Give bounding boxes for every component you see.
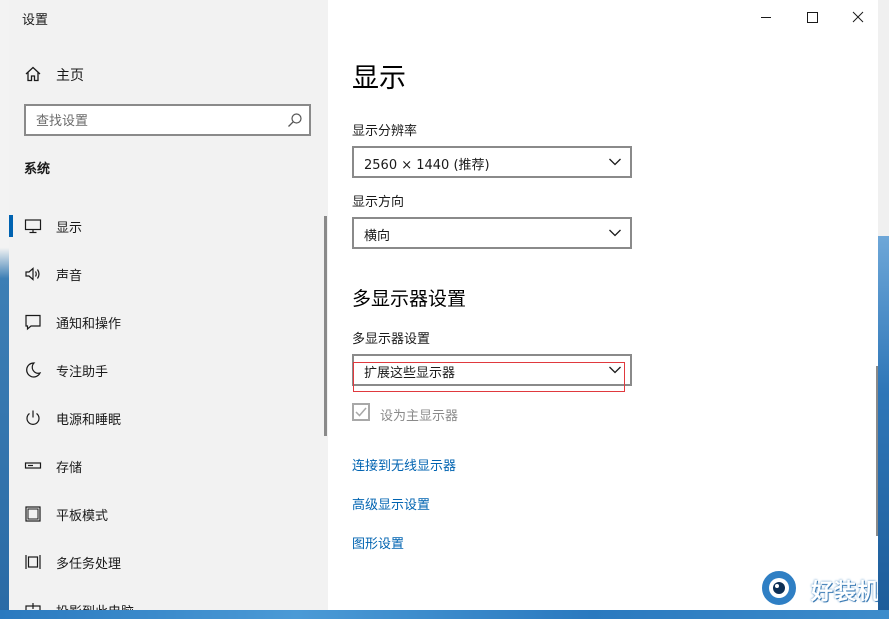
make-main-display-checkbox-row[interactable]: 设为主显示器 [352,403,552,425]
desktop-left-edge [0,0,9,619]
make-main-display-checkbox[interactable] [352,403,370,421]
search-icon[interactable] [287,112,303,128]
search-box[interactable] [24,104,311,136]
sidebar-item-label: 通知和操作 [56,317,122,332]
watermark-logo-icon [760,569,798,607]
sidebar-item-display[interactable]: 显示 [9,202,328,250]
chevron-down-icon [609,229,621,237]
sidebar-scrollbar[interactable] [324,216,327,436]
sidebar-item-power[interactable]: 电源和睡眠 [9,394,328,442]
watermark-text: 好装机 [811,580,878,605]
sidebar-item-label: 专注助手 [56,365,109,380]
sidebar-item-label: 多任务处理 [56,557,122,572]
storage-icon [24,462,42,469]
monitor-icon [24,219,42,234]
tablet-icon [25,506,41,522]
sidebar-item-multitasking[interactable]: 多任务处理 [9,538,328,586]
sidebar-item-project[interactable]: 投影到此电脑 [9,586,328,610]
sidebar-item-label: 声音 [56,269,83,284]
sidebar-home[interactable]: 主页 [9,58,328,90]
search-input[interactable] [34,110,278,132]
notification-icon [25,314,41,331]
make-main-display-label: 设为主显示器 [380,409,459,424]
resolution-value: 2560 × 1440 (推荐) [364,158,490,173]
resolution-dropdown[interactable]: 2560 × 1440 (推荐) [352,146,632,178]
multi-display-section-title: 多显示器设置 [352,288,467,310]
sidebar-item-label: 电源和睡眠 [56,413,122,428]
connect-wireless-display-link[interactable]: 连接到无线显示器 [352,455,456,474]
window-title: 设置 [22,13,49,28]
main-scrollbar[interactable] [876,366,878,536]
chevron-down-icon [609,158,621,166]
desktop-bottom-strip [0,610,889,619]
sidebar-item-tablet-mode[interactable]: 平板模式 [9,490,328,538]
multitask-icon [25,555,41,569]
sidebar-item-label: 显示 [56,221,83,236]
sidebar-nav: 显示 声音 通知和操作 专注助手 电源和睡眠 存储 平板模式 多任务处理 [9,202,328,610]
graphics-settings-link[interactable]: 图形设置 [352,533,404,552]
sidebar-section-label: 系统 [24,162,51,177]
check-icon [355,407,367,417]
sidebar-home-label: 主页 [56,68,84,84]
watermark: 好装机 [757,566,878,610]
advanced-display-settings-link[interactable]: 高级显示设置 [352,494,430,513]
moon-icon [26,362,42,378]
speaker-icon [25,267,40,281]
main-content: 显示 显示分辨率 2560 × 1440 (推荐) 显示方向 横向 多显示器设置… [328,0,878,610]
sidebar-item-notifications[interactable]: 通知和操作 [9,298,328,346]
orientation-dropdown[interactable]: 横向 [352,217,632,249]
resolution-label: 显示分辨率 [352,124,418,139]
desktop-top-strip [878,0,889,236]
page-title: 显示 [352,63,406,94]
settings-window: 设置 主页 系统 显示 [9,0,878,610]
desktop-background [878,236,889,619]
annotation-highlight-box [353,362,625,392]
orientation-label: 显示方向 [352,195,405,210]
orientation-value: 横向 [364,229,391,244]
project-icon [25,603,41,610]
sidebar-item-label: 投影到此电脑 [56,601,134,610]
sidebar: 设置 主页 系统 显示 [9,0,328,610]
multi-display-label: 多显示器设置 [352,332,431,347]
home-icon [25,66,41,82]
sidebar-item-focus-assist[interactable]: 专注助手 [9,346,328,394]
power-icon [26,410,40,425]
sidebar-item-storage[interactable]: 存储 [9,442,328,490]
sidebar-item-sound[interactable]: 声音 [9,250,328,298]
sidebar-item-label: 平板模式 [56,509,109,524]
sidebar-item-label: 存储 [56,461,83,476]
